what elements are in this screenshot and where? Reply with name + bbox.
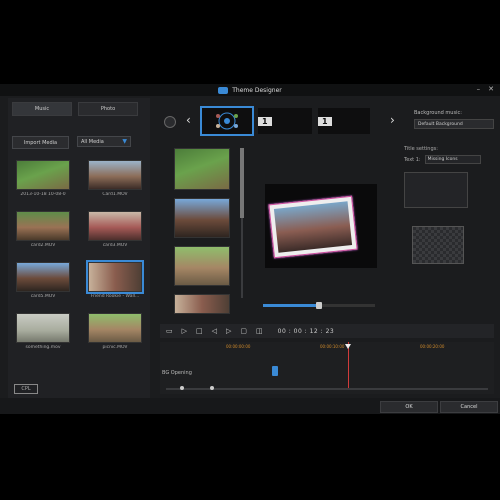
media-caption: something.mov (25, 345, 61, 350)
previous-icon[interactable]: ◁ (212, 327, 217, 335)
media-thumbnail (16, 262, 70, 292)
timeline-playhead[interactable] (345, 342, 351, 388)
media-thumbnail (88, 313, 142, 343)
track-label: BG Opening (162, 370, 192, 376)
tab-photo[interactable]: Photo (78, 102, 138, 116)
media-caption: Card1.MOV (102, 192, 128, 197)
media-thumbnail (16, 313, 70, 343)
timeline-clip[interactable] (272, 366, 278, 376)
chevron-left-icon[interactable]: ‹ (186, 113, 191, 127)
next-icon[interactable]: ▷ (226, 327, 231, 335)
slide-strip-scrollbar[interactable] (240, 148, 244, 298)
slide-thumbnail[interactable] (174, 148, 230, 190)
text-edit-area[interactable] (404, 172, 468, 208)
theme-number: 1 (318, 116, 332, 126)
scrollbar-knob[interactable] (240, 148, 244, 218)
play-icon[interactable]: ▷ (182, 327, 187, 335)
window-title: Theme Designer (232, 86, 282, 94)
media-filter-dropdown[interactable]: All Media ▼ (77, 136, 131, 147)
slide-thumbnail[interactable] (174, 246, 230, 286)
ruler-tick: 00:00:10:00 (320, 344, 345, 349)
slide-thumbnail[interactable] (174, 198, 230, 238)
ruler-tick: 00:00:00:00 (226, 344, 251, 349)
background-music-section: Background music: Default Background (414, 110, 494, 129)
ok-button[interactable]: OK (380, 401, 438, 413)
theme-number: 1 (258, 116, 272, 126)
import-media-button[interactable]: Import Media (12, 136, 69, 149)
carousel-menu-button[interactable] (164, 116, 176, 128)
media-item[interactable]: 2013-10-18 10-08-0 (12, 160, 74, 197)
media-thumbnail (88, 211, 142, 241)
media-item[interactable]: card5.MOV (12, 262, 74, 299)
background-music-label: Background music: (414, 110, 462, 116)
snapshot-icon[interactable]: ▭ (166, 327, 173, 335)
tab-music[interactable]: Music (12, 102, 72, 116)
media-caption: card3.MOV (102, 243, 128, 248)
text-field[interactable]: Missing Icons (424, 155, 481, 164)
timeline: 00:00:00:00 00:00:10:00 00:00:20:00 BG O… (160, 342, 494, 394)
media-item[interactable]: card2.MOV (12, 211, 74, 248)
title-settings-panel: Title settings: Text 1: Missing Icons (404, 146, 494, 286)
volume-icon[interactable]: ◫ (256, 327, 263, 335)
stop-icon[interactable]: □ (196, 327, 203, 335)
time-display: 00 : 00 : 12 : 23 (277, 327, 335, 335)
media-filter-value: All Media (81, 138, 104, 145)
slide-thumbnail[interactable] (174, 294, 230, 314)
media-item[interactable]: Friend Rookie - Wall... (84, 260, 146, 299)
theme-designer-window: Theme Designer – ✕ Music Photo Import Me… (0, 84, 500, 414)
theme-thumbnail[interactable]: 1 (318, 108, 370, 134)
ruler-tick: 00:00:20:00 (420, 344, 445, 349)
background-music-select[interactable]: Default Background (414, 119, 494, 129)
preview-photo (273, 201, 353, 253)
timeline-zoom-handle[interactable] (210, 386, 214, 390)
media-caption: card2.MOV (30, 243, 56, 248)
cancel-button[interactable]: Cancel (440, 401, 498, 413)
timeline-ruler: 00:00:00:00 00:00:10:00 00:00:20:00 (160, 344, 494, 350)
theme-thumbnail-selected[interactable] (200, 106, 254, 136)
seek-slider-knob[interactable] (316, 302, 322, 309)
slide-strip (168, 148, 234, 314)
theme-circle-graphic (216, 112, 238, 130)
fullscreen-icon[interactable]: ▢ (240, 327, 247, 335)
media-item[interactable]: something.mov (12, 313, 74, 350)
app-icon (218, 86, 229, 94)
preview-seek-slider[interactable] (263, 302, 375, 309)
media-thumbnail (86, 260, 144, 294)
media-library-panel: Music Photo Import Media All Media ▼ 201… (8, 98, 150, 400)
title-bar: Theme Designer – ✕ (0, 84, 500, 96)
media-thumbnail (16, 160, 70, 190)
media-caption: card5.MOV (30, 294, 56, 299)
media-caption: Friend Rookie - Wall... (90, 294, 140, 299)
preview-photo-card (268, 195, 358, 259)
text-label: Text 1: (404, 156, 421, 163)
preview-window (265, 184, 377, 268)
minimize-icon[interactable]: – (477, 85, 481, 93)
media-item[interactable]: Card1.MOV (84, 160, 146, 197)
dialog-footer: OK Cancel (0, 398, 500, 414)
media-grid: 2013-10-18 10-08-0 Card1.MOV card2.MOV c… (12, 160, 146, 350)
media-item[interactable]: picnic.MOV (84, 313, 146, 350)
timeline-scroll-handle[interactable] (180, 386, 184, 390)
chevron-right-icon[interactable]: › (390, 113, 395, 127)
brand-logo: CPL (14, 384, 38, 394)
timeline-scrollbar[interactable] (166, 386, 488, 390)
close-icon[interactable]: ✕ (488, 85, 494, 93)
seek-slider-fill (263, 304, 319, 307)
media-caption: 2013-10-18 10-08-0 (20, 192, 66, 197)
media-item[interactable]: card3.MOV (84, 211, 146, 248)
title-settings-label: Title settings: (404, 146, 438, 152)
theme-thumbnail[interactable]: 1 (258, 108, 312, 134)
media-thumbnail (88, 160, 142, 190)
chevron-down-icon: ▼ (122, 138, 127, 145)
media-thumbnail (16, 211, 70, 241)
playback-controls: ▭ ▷ □ ◁ ▷ ▢ ◫ 00 : 00 : 12 : 23 (160, 324, 494, 338)
color-swatch-area[interactable] (412, 226, 464, 264)
media-caption: picnic.MOV (102, 345, 128, 350)
